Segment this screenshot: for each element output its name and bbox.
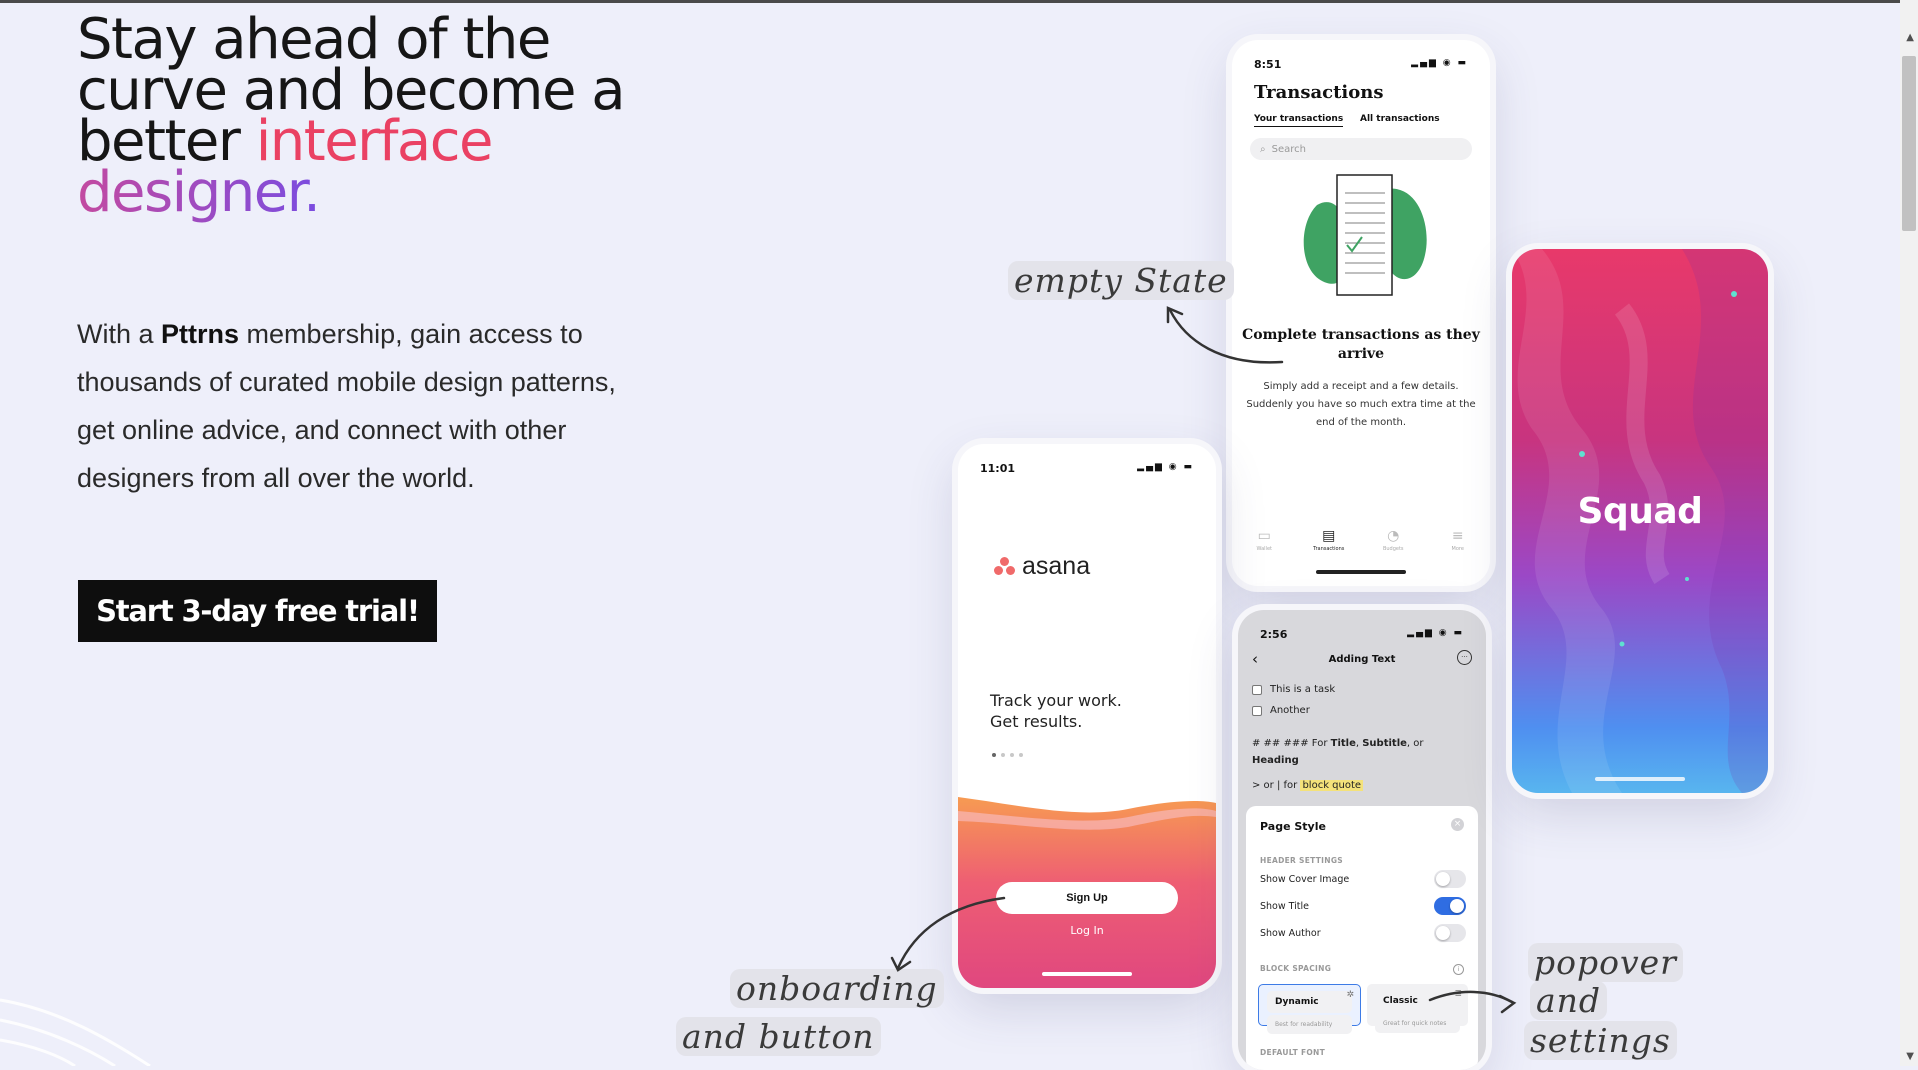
decorative-curve [0, 1018, 116, 1066]
asana-phone-screenshot: 11:01 ▂▄▆ ◉ ▬ asana Track your work. Get… [958, 444, 1216, 988]
status-time: 11:01 [980, 462, 1016, 475]
sign-up-button: Sign Up [996, 882, 1178, 914]
task-item: This is a task [1252, 684, 1335, 695]
receipt-icon: ▤ [1322, 528, 1336, 544]
intro-pre: With a [77, 319, 162, 349]
sparkle-icon: ✲ [1346, 990, 1354, 1000]
intro-brand: Pttrns [161, 319, 240, 349]
home-indicator [1595, 777, 1685, 781]
annotation-popover: popover [1528, 943, 1683, 982]
section-block-spacing: BLOCK SPACING [1260, 964, 1332, 973]
spacing-segmented-control: Dynamic Best for readability ✲ Classic Grea… [1258, 984, 1468, 1034]
toggle-row: Show Cover Image [1260, 870, 1466, 888]
status-time: 8:51 [1254, 58, 1282, 71]
search-placeholder: Search [1271, 143, 1306, 155]
menu-icon: ≡ [1451, 528, 1464, 544]
start-trial-button[interactable]: Start 3-day free trial! [78, 580, 437, 642]
status-time: 2:56 [1260, 628, 1288, 641]
tabbar-budgets: ◔ Budgets [1382, 528, 1404, 552]
log-in-link: Log In [1070, 924, 1104, 937]
receipt-illustration [1303, 174, 1427, 296]
asana-logo: asana [994, 552, 1090, 581]
page-headline: Stay ahead of the curve and become a bet… [77, 12, 637, 221]
status-icons: ▂▄▆ ◉ ▬ [1411, 58, 1468, 68]
headline-accent2: designer. [77, 160, 321, 225]
checkbox-icon [1252, 705, 1262, 716]
toggle-row: Show Author [1260, 924, 1466, 942]
section-header-settings: HEADER SETTINGS [1260, 856, 1343, 865]
tabbar-transactions: ▤ Transactions [1313, 528, 1345, 552]
more-icon: ··· [1457, 650, 1472, 665]
asana-wordmark: asana [1022, 552, 1091, 580]
scroll-up-arrow-icon[interactable]: ▲ [1906, 32, 1914, 43]
arrowhead [1498, 994, 1517, 1014]
search-icon: ⌕ [1260, 143, 1266, 155]
info-icon: i [1453, 964, 1464, 975]
markdown-hint-headings: # ## ### For Title, Subtitle, or Heading [1252, 738, 1424, 766]
popover-title: Page Style [1260, 820, 1326, 833]
close-icon: × [1451, 818, 1464, 831]
scroll-down-arrow-icon[interactable]: ▼ [1906, 1051, 1914, 1062]
transactions-title: Transactions [1254, 82, 1384, 103]
tabbar-wallet: ▭ Wallet [1256, 528, 1272, 552]
segment-classic: Classic Great for quick notes ≣ [1367, 984, 1468, 1033]
task-item: Another [1252, 705, 1310, 716]
tab-your-transactions: Your transactions [1254, 114, 1344, 127]
annotation-settings: settings [1524, 1021, 1677, 1060]
annotation-empty-state: empty State [1008, 261, 1234, 300]
asana-logo-icon [994, 556, 1016, 577]
notes-phone-screenshot: 2:56 ▂▄▆ ◉ ▬ ‹ Adding Text ··· This is a… [1238, 610, 1486, 1070]
asana-tagline: Track your work. Get results. [990, 691, 1122, 731]
status-icons: ▂▄▆ ◉ ▬ [1407, 628, 1464, 638]
toggle-switch [1434, 870, 1466, 888]
annotation-onboarding: onboarding [730, 969, 944, 1008]
transactions-phone-screenshot: 8:51 ▂▄▆ ◉ ▬ Transactions Your transacti… [1232, 40, 1490, 586]
browser-top-border [0, 0, 1918, 3]
transactions-tabbar: ▭ Wallet ▤ Transactions ◔ Budgets ≡ More [1232, 528, 1490, 552]
notes-title: Adding Text [1328, 654, 1396, 665]
toggle-switch [1434, 897, 1466, 915]
intro-paragraph: With a Pttrns membership, gain access to… [77, 310, 622, 502]
arrowhead [1166, 306, 1184, 324]
tabbar-more: ≡ More [1451, 528, 1464, 552]
annotation-button: and button [676, 1017, 881, 1056]
checkbox-icon [1252, 684, 1262, 695]
empty-state-title: Complete transactions as they arrive [1242, 327, 1480, 362]
toggle-switch [1434, 924, 1466, 942]
section-default-font: DEFAULT FONT [1260, 1048, 1326, 1057]
toggle-row: Show Title [1260, 897, 1466, 915]
markdown-hint-quote: > or | for block quote [1252, 780, 1364, 791]
squad-phone-screenshot: Squad [1512, 249, 1768, 793]
empty-state-body: Simply add a receipt and a few details. … [1246, 381, 1476, 428]
page-indicator [992, 753, 1023, 757]
transactions-search: ⌕ Search [1250, 138, 1472, 160]
segment-dynamic: Dynamic Best for readability ✲ [1258, 984, 1361, 1034]
scrollbar-thumb[interactable] [1902, 56, 1916, 231]
home-indicator [1042, 972, 1132, 976]
home-indicator [1316, 570, 1406, 574]
tab-all-transactions: All transactions [1360, 114, 1440, 124]
page-style-popover: Page Style × HEADER SETTINGS Show Cover … [1246, 806, 1478, 1070]
budget-icon: ◔ [1387, 528, 1400, 544]
decorative-curve [0, 1038, 76, 1066]
status-icons: ▂▄▆ ◉ ▬ [1137, 462, 1194, 472]
decorative-curve [0, 998, 151, 1066]
lines-icon: ≣ [1454, 989, 1462, 999]
squad-title: Squad [1577, 491, 1703, 532]
wallet-icon: ▭ [1257, 528, 1271, 544]
annotation-and: and [1530, 981, 1608, 1020]
